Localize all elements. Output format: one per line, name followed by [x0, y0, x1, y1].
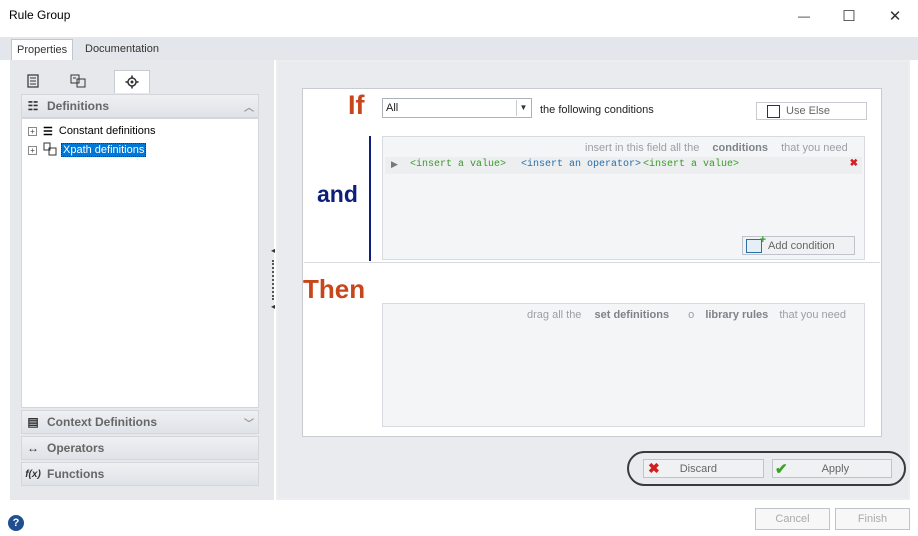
condition-operator[interactable]: <insert an operator> [521, 159, 641, 170]
then-hint: drag all the set definitions o library r… [527, 309, 847, 321]
window-title: Rule Group [9, 8, 71, 22]
cancel-button[interactable]: Cancel [755, 508, 830, 530]
panel-tab-document[interactable] [16, 70, 50, 92]
apply-button[interactable]: ✔ Apply [772, 459, 892, 478]
tree-item-label: Constant definitions [58, 125, 156, 137]
use-else-checkbox[interactable]: Use Else [756, 102, 867, 120]
function-icon: f(x) [25, 468, 41, 480]
tree-item-constant-definitions[interactable]: + ☰ Constant definitions [28, 122, 156, 140]
maximize-button[interactable]: ☐ [826, 0, 872, 32]
and-divider [369, 136, 371, 261]
row-expand-icon[interactable]: ▶ [391, 159, 398, 170]
and-label: and [317, 181, 358, 207]
section-operators[interactable]: ↔ Operators [21, 436, 259, 460]
delete-icon[interactable]: ✖ [850, 158, 858, 169]
panel-tab-settings[interactable] [114, 70, 150, 93]
chevron-down-icon: ﹀ [244, 418, 254, 430]
tree-item-xpath-definitions[interactable]: + Xpath definitions [28, 141, 147, 159]
section-context-definitions-label: Context Definitions [47, 415, 157, 429]
expand-icon[interactable]: + [28, 126, 37, 136]
section-context-definitions[interactable]: ▤ Context Definitions ﹀ [21, 410, 259, 434]
add-icon: + [746, 234, 766, 253]
section-functions-label: Functions [47, 467, 105, 481]
finish-button[interactable]: Finish [835, 508, 910, 530]
chevron-up-icon: ︿ [244, 102, 254, 114]
conditions-drop-area[interactable]: insert in this field all the conditions … [382, 136, 865, 260]
add-condition-label: Add condition [768, 239, 835, 252]
then-drop-area[interactable]: drag all the set definitions o library r… [382, 303, 865, 427]
collapse-left-icon: ◂ [271, 302, 276, 311]
close-icon: ✕ [888, 8, 902, 25]
checkbox-icon [767, 104, 780, 118]
add-condition-button[interactable]: + Add condition [742, 234, 855, 255]
section-definitions[interactable]: ☷ Definitions ︿ [21, 94, 259, 118]
gear-icon [125, 75, 139, 89]
use-else-label: Use Else [786, 105, 831, 117]
minimize-icon: — [798, 9, 810, 23]
panel-tab-tree[interactable] [61, 70, 95, 92]
collapse-left-icon: ◂ [271, 246, 276, 255]
tab-documentation[interactable]: Documentation [80, 39, 164, 60]
splitter-handle[interactable]: ◂ ◂ [268, 246, 276, 316]
condition-value1[interactable]: <insert a value> [410, 159, 506, 170]
apply-label: Apply [821, 462, 850, 475]
list-icon: ☰ [43, 125, 53, 138]
close-button[interactable]: ✕ [872, 0, 918, 32]
then-separator [304, 262, 880, 263]
condition-row[interactable]: ▶ <insert a value> <insert an operator> … [385, 157, 862, 174]
list-icon: ☷ [27, 99, 39, 113]
dropdown-arrow-icon: ▼ [516, 100, 530, 116]
section-functions[interactable]: f(x) Functions [21, 462, 259, 486]
checkmark-icon: ✔ [775, 460, 788, 478]
xpath-icon [43, 142, 57, 159]
document-icon: ▤ [27, 415, 39, 429]
condition-value2[interactable]: <insert a value> [643, 159, 739, 170]
operators-icon: ↔ [27, 441, 39, 455]
if-label: If [348, 90, 365, 120]
condition-mode-value: All [386, 102, 399, 114]
tab-properties[interactable]: Properties [11, 39, 74, 61]
expand-icon[interactable]: + [28, 145, 37, 155]
section-definitions-label: Definitions [47, 99, 109, 113]
conditions-hint: insert in this field all the conditions … [585, 142, 848, 154]
following-conditions-label: the following conditions [540, 104, 654, 116]
section-operators-label: Operators [47, 441, 105, 455]
document-icon [27, 74, 39, 88]
discard-button[interactable]: ✖ Discard [643, 459, 764, 478]
then-label: Then [303, 274, 366, 304]
tree-icon [70, 74, 86, 88]
maximize-icon: ☐ [842, 8, 856, 25]
minimize-button[interactable]: — [781, 0, 827, 32]
discard-icon: ✖ [648, 460, 660, 476]
definitions-tree: + ☰ Constant definitions + Xpath definit… [21, 118, 259, 408]
condition-mode-select[interactable]: All ▼ [382, 98, 532, 118]
help-icon[interactable]: ? [8, 515, 24, 531]
tree-item-label: Xpath definitions [61, 143, 147, 157]
discard-label: Discard [679, 462, 718, 475]
